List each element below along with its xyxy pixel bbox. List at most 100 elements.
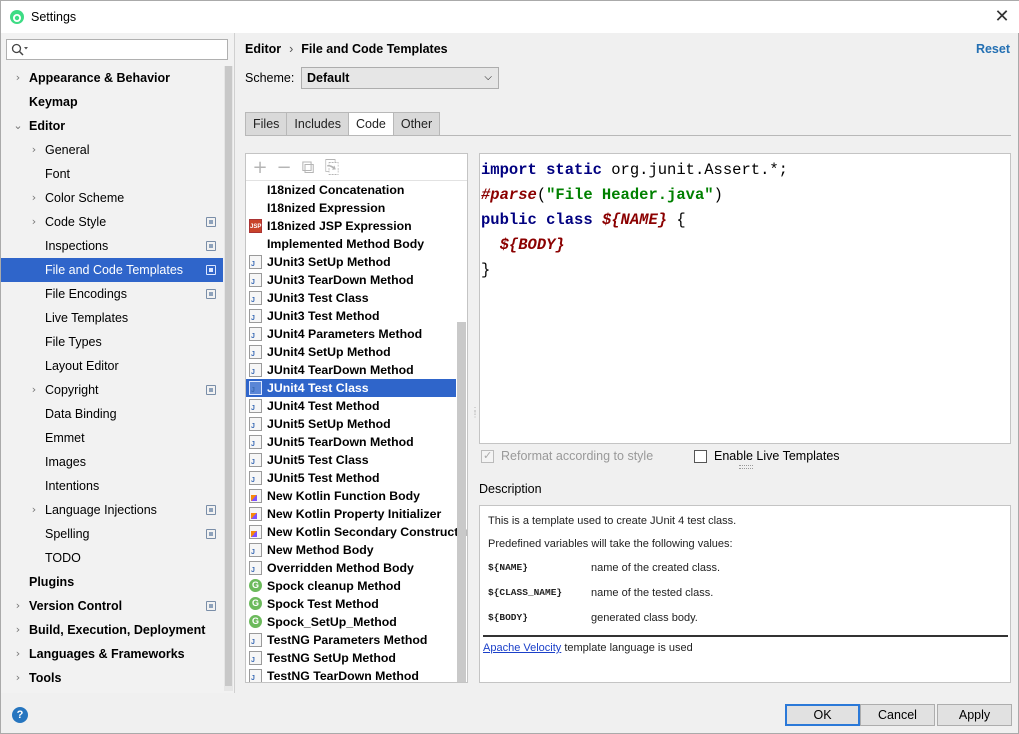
sidebar-item-build-execution-deployment[interactable]: › Build, Execution, Deployment bbox=[1, 618, 223, 642]
close-icon[interactable]: ✕ bbox=[992, 7, 1012, 27]
chevron-right-icon[interactable]: › bbox=[13, 642, 23, 666]
list-item[interactable]: I18nized Concatenation bbox=[246, 181, 467, 199]
template-code-editor[interactable]: import static org.junit.Assert.*; #parse… bbox=[479, 153, 1011, 444]
list-item[interactable]: JUnit5 SetUp Method bbox=[246, 415, 467, 433]
ok-button[interactable]: OK bbox=[785, 704, 860, 726]
sidebar-scrollbar[interactable] bbox=[224, 66, 233, 691]
sidebar-item-color-scheme[interactable]: › Color Scheme bbox=[1, 186, 223, 210]
chevron-right-icon[interactable]: › bbox=[29, 210, 39, 234]
reset-template-icon[interactable]: ⎘ bbox=[324, 157, 340, 178]
sidebar-item-layout-editor[interactable]: Layout Editor bbox=[1, 354, 223, 378]
list-item[interactable]: JUnit4 Test Class bbox=[246, 379, 456, 397]
list-item[interactable]: I18nized Expression bbox=[246, 199, 467, 217]
sidebar-item-languages-frameworks[interactable]: › Languages & Frameworks bbox=[1, 642, 223, 666]
help-icon[interactable]: ? bbox=[12, 707, 28, 723]
tab-includes[interactable]: Includes bbox=[286, 112, 348, 136]
tab-files[interactable]: Files bbox=[245, 112, 287, 136]
sidebar-item-images[interactable]: Images bbox=[1, 450, 223, 474]
list-item[interactable]: G Spock cleanup Method bbox=[246, 577, 467, 595]
chevron-right-icon[interactable]: › bbox=[13, 666, 23, 690]
kotlin-file-icon bbox=[249, 489, 262, 503]
resize-grip[interactable] bbox=[739, 465, 753, 469]
sidebar-item-intentions[interactable]: Intentions bbox=[1, 474, 223, 498]
list-item-label: TestNG SetUp Method bbox=[267, 651, 396, 665]
sidebar-item-label: Layout Editor bbox=[45, 359, 119, 373]
project-settings-icon bbox=[206, 529, 216, 539]
sidebar-item-data-binding[interactable]: Data Binding bbox=[1, 402, 223, 426]
splitter-handle[interactable]: ⋮ ⋮ bbox=[471, 407, 479, 423]
reformat-checkbox[interactable] bbox=[481, 448, 494, 464]
scheme-select[interactable]: Default ⌵ bbox=[301, 67, 499, 89]
chevron-right-icon[interactable]: › bbox=[29, 186, 39, 210]
sidebar-item-todo[interactable]: TODO bbox=[1, 546, 223, 570]
list-item[interactable]: TestNG Parameters Method bbox=[246, 631, 467, 649]
list-item[interactable]: JUnit5 TearDown Method bbox=[246, 433, 467, 451]
sidebar-item-file-encodings[interactable]: File Encodings bbox=[1, 282, 223, 306]
sidebar-item-tools[interactable]: › Tools bbox=[1, 666, 223, 690]
sidebar-item-file-and-code-templates[interactable]: File and Code Templates bbox=[1, 258, 223, 282]
list-item[interactable]: New Kotlin Secondary Constructor Body bbox=[246, 523, 467, 541]
list-item[interactable]: JUnit5 Test Class bbox=[246, 451, 467, 469]
list-item[interactable]: Implemented Method Body bbox=[246, 235, 467, 253]
list-item[interactable]: TestNG TearDown Method bbox=[246, 667, 467, 682]
apache-velocity-link[interactable]: Apache Velocity bbox=[483, 642, 561, 654]
remove-icon[interactable]: − bbox=[276, 157, 292, 178]
chevron-right-icon[interactable]: › bbox=[13, 618, 23, 642]
list-item-label: New Method Body bbox=[267, 543, 374, 557]
list-item-label: New Kotlin Property Initializer bbox=[267, 507, 442, 521]
sidebar-item-version-control[interactable]: › Version Control bbox=[1, 594, 223, 618]
sidebar-item-live-templates[interactable]: Live Templates bbox=[1, 306, 223, 330]
sidebar-item-keymap[interactable]: Keymap bbox=[1, 90, 223, 114]
apply-button[interactable]: Apply bbox=[937, 704, 1012, 726]
sidebar-item-font[interactable]: Font bbox=[1, 162, 223, 186]
sidebar-item-copyright[interactable]: › Copyright bbox=[1, 378, 223, 402]
chevron-down-icon[interactable]: ⌄ bbox=[13, 114, 23, 138]
sidebar-item-general[interactable]: › General bbox=[1, 138, 223, 162]
list-item[interactable]: JUnit4 SetUp Method bbox=[246, 343, 467, 361]
sidebar-item-language-injections[interactable]: › Language Injections bbox=[1, 498, 223, 522]
sidebar-item-spelling[interactable]: Spelling bbox=[1, 522, 223, 546]
list-item[interactable]: New Kotlin Function Body bbox=[246, 487, 467, 505]
list-item[interactable]: JUnit4 TearDown Method bbox=[246, 361, 467, 379]
sidebar-item-file-types[interactable]: File Types bbox=[1, 330, 223, 354]
live-templates-checkbox[interactable] bbox=[694, 449, 707, 463]
list-item[interactable]: New Kotlin Property Initializer bbox=[246, 505, 467, 523]
tab-divider bbox=[245, 135, 1011, 136]
template-list-scrollbar[interactable] bbox=[457, 322, 466, 682]
sidebar-scrollbar-thumb[interactable] bbox=[225, 66, 232, 686]
tab-other[interactable]: Other bbox=[392, 112, 441, 136]
list-item[interactable]: JUnit4 Parameters Method bbox=[246, 325, 467, 343]
sidebar-item-plugins[interactable]: Plugins bbox=[1, 570, 223, 594]
tab-code[interactable]: Code bbox=[347, 112, 393, 136]
sidebar-item-appearance-behavior[interactable]: › Appearance & Behavior bbox=[1, 66, 223, 90]
list-item[interactable]: JUnit4 Test Method bbox=[246, 397, 467, 415]
project-settings-icon bbox=[206, 241, 216, 251]
sidebar-item-code-style[interactable]: › Code Style bbox=[1, 210, 223, 234]
list-item-label: Spock Test Method bbox=[267, 597, 379, 611]
list-item[interactable]: Overridden Method Body bbox=[246, 559, 467, 577]
chevron-right-icon[interactable]: › bbox=[13, 66, 23, 90]
list-item[interactable]: G Spock_SetUp_Method bbox=[246, 613, 467, 631]
list-item[interactable]: New Method Body bbox=[246, 541, 467, 559]
sidebar-item-label: Build, Execution, Deployment bbox=[29, 623, 206, 637]
list-item[interactable]: TestNG SetUp Method bbox=[246, 649, 467, 667]
reset-link[interactable]: Reset bbox=[976, 42, 1010, 56]
sidebar-item-inspections[interactable]: Inspections bbox=[1, 234, 223, 258]
list-item[interactable]: JUnit3 TearDown Method bbox=[246, 271, 467, 289]
search-input[interactable] bbox=[6, 39, 228, 60]
chevron-right-icon[interactable]: › bbox=[29, 498, 39, 522]
list-item[interactable]: JUnit3 Test Method bbox=[246, 307, 467, 325]
list-item[interactable]: JUnit5 Test Method bbox=[246, 469, 467, 487]
sidebar-item-emmet[interactable]: Emmet bbox=[1, 426, 223, 450]
chevron-right-icon[interactable]: › bbox=[13, 594, 23, 618]
chevron-right-icon[interactable]: › bbox=[29, 378, 39, 402]
cancel-button[interactable]: Cancel bbox=[860, 704, 935, 726]
list-item[interactable]: G Spock Test Method bbox=[246, 595, 467, 613]
copy-icon[interactable]: ⧉ bbox=[300, 157, 316, 178]
list-item[interactable]: JSP I18nized JSP Expression bbox=[246, 217, 467, 235]
sidebar-item-editor[interactable]: ⌄ Editor bbox=[1, 114, 223, 138]
list-item[interactable]: JUnit3 Test Class bbox=[246, 289, 467, 307]
list-item[interactable]: JUnit3 SetUp Method bbox=[246, 253, 467, 271]
add-icon[interactable]: + bbox=[252, 157, 268, 178]
chevron-right-icon[interactable]: › bbox=[29, 138, 39, 162]
